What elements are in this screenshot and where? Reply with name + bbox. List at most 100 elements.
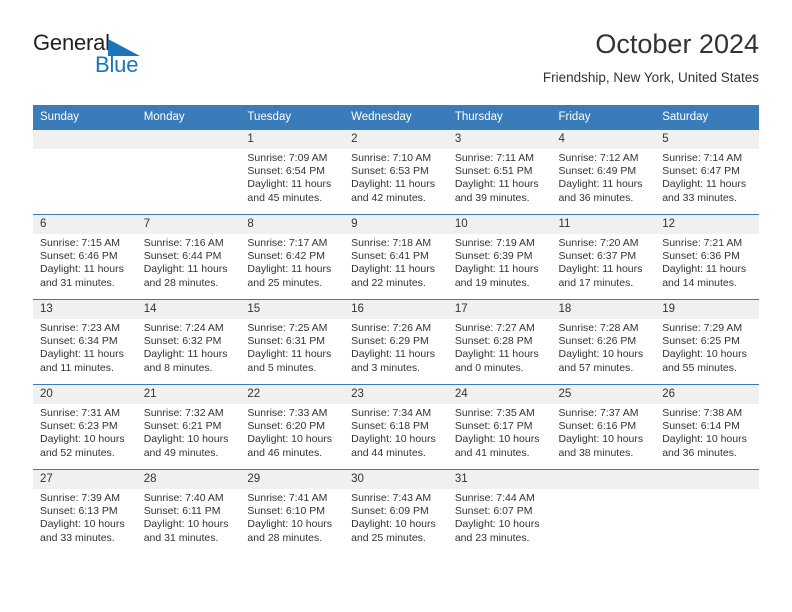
sunset-text: Sunset: 6:29 PM [351, 335, 429, 348]
sunrise-text: Sunrise: 7:23 AM [40, 322, 120, 334]
day-number: 2 [344, 130, 448, 149]
sunrise-text: Sunrise: 7:18 AM [351, 237, 432, 249]
sunset-text: Sunset: 6:20 PM [247, 420, 326, 433]
sunset-text: Sunset: 6:25 PM [662, 335, 740, 348]
daylight-text: Daylight: 10 hours and 55 minutes. [662, 348, 747, 374]
calendar-cell-day[interactable]: 14 Sunrise: 7:24 AM Sunset: 6:32 PM Dayligh… [136, 299, 241, 385]
daylight-text: Daylight: 11 hours and 28 minutes. [143, 263, 228, 289]
sunset-text: Sunset: 6:17 PM [454, 420, 533, 433]
sunset-text: Sunset: 6:10 PM [247, 505, 326, 518]
page-title: October 2024 [595, 29, 759, 59]
calendar-cell-day[interactable]: 19 Sunrise: 7:29 AM Sunset: 6:25 PM Dayligh… [655, 299, 759, 385]
calendar-cell-day[interactable]: 21 Sunrise: 7:32 AM Sunset: 6:21 PM Dayligh… [136, 384, 241, 470]
general-blue-logo[interactable]: General Blue [33, 30, 213, 86]
sunrise-text: Sunrise: 7:34 AM [351, 407, 432, 419]
sunrise-text: Sunrise: 7:12 AM [558, 152, 639, 164]
calendar-cell-day[interactable]: 4 Sunrise: 7:12 AM Sunset: 6:49 PM Daylight… [551, 129, 656, 215]
calendar-cell-day[interactable]: 24 Sunrise: 7:35 AM Sunset: 6:17 PM Dayligh… [447, 384, 552, 470]
sunrise-text: Sunrise: 7:33 AM [247, 407, 328, 419]
calendar-cell-day[interactable]: 13 Sunrise: 7:23 AM Sunset: 6:34 PM Dayligh… [33, 299, 137, 385]
calendar-cell-day[interactable]: 9 Sunrise: 7:18 AM Sunset: 6:41 PM Daylight… [344, 214, 448, 300]
day-number: 31 [447, 470, 552, 489]
calendar-cell-day[interactable]: 15 Sunrise: 7:25 AM Sunset: 6:31 PM Dayligh… [240, 299, 345, 385]
sunset-text: Sunset: 6:44 PM [143, 250, 222, 263]
sunrise-text: Sunrise: 7:40 AM [143, 492, 224, 504]
calendar-cell-empty [33, 129, 137, 215]
day-number: 3 [447, 130, 552, 149]
calendar-cell-day[interactable]: 3 Sunrise: 7:11 AM Sunset: 6:51 PM Daylight… [447, 129, 552, 215]
calendar-cell-day[interactable]: 31 Sunrise: 7:44 AM Sunset: 6:07 PM Dayligh… [447, 469, 552, 554]
day-details: Sunrise: 7:24 AM Sunset: 6:32 PM Daylight:… [137, 319, 241, 375]
daylight-text: Daylight: 11 hours and 33 minutes. [662, 178, 747, 204]
sunrise-text: Sunrise: 7:16 AM [143, 237, 224, 249]
day-details: Sunrise: 7:16 AM Sunset: 6:44 PM Daylight:… [137, 234, 241, 290]
calendar-cell-day[interactable]: 11 Sunrise: 7:20 AM Sunset: 6:37 PM Dayligh… [551, 214, 656, 300]
daylight-text: Daylight: 11 hours and 0 minutes. [454, 348, 539, 374]
day-number: 26 [655, 385, 759, 404]
calendar-cell-day[interactable]: 7 Sunrise: 7:16 AM Sunset: 6:44 PM Daylight… [136, 214, 241, 300]
calendar-cell-day[interactable]: 26 Sunrise: 7:38 AM Sunset: 6:14 PM Dayligh… [655, 384, 759, 470]
sunset-text: Sunset: 6:21 PM [143, 420, 222, 433]
sunset-text: Sunset: 6:47 PM [662, 165, 740, 178]
calendar-cell-day[interactable]: 2 Sunrise: 7:10 AM Sunset: 6:53 PM Daylight… [344, 129, 448, 215]
sunset-text: Sunset: 6:32 PM [143, 335, 222, 348]
weekday-header-wednesday: Wednesday [344, 105, 448, 130]
day-number: 11 [551, 215, 656, 234]
calendar-cell-day[interactable]: 28 Sunrise: 7:40 AM Sunset: 6:11 PM Dayligh… [136, 469, 241, 554]
day-number: 30 [344, 470, 448, 489]
sunrise-text: Sunrise: 7:14 AM [662, 152, 743, 164]
sunrise-text: Sunrise: 7:11 AM [454, 152, 534, 164]
calendar-cell-day[interactable]: 20 Sunrise: 7:31 AM Sunset: 6:23 PM Dayligh… [33, 384, 137, 470]
calendar-week-row: 1 Sunrise: 7:09 AM Sunset: 6:54 PM Daylight… [33, 129, 759, 215]
sunset-text: Sunset: 6:28 PM [454, 335, 533, 348]
sunset-text: Sunset: 6:31 PM [247, 335, 326, 348]
calendar-cell-day[interactable]: 10 Sunrise: 7:19 AM Sunset: 6:39 PM Dayligh… [447, 214, 552, 300]
sunrise-text: Sunrise: 7:15 AM [40, 237, 120, 249]
daylight-text: Daylight: 10 hours and 44 minutes. [351, 433, 436, 459]
daylight-text: Daylight: 11 hours and 14 minutes. [662, 263, 747, 289]
day-details: Sunrise: 7:09 AM Sunset: 6:54 PM Daylight:… [240, 149, 344, 205]
calendar-cell-day[interactable]: 6 Sunrise: 7:15 AM Sunset: 6:46 PM Daylight… [33, 214, 137, 300]
sunset-text: Sunset: 6:39 PM [454, 250, 533, 263]
calendar-cell-day[interactable]: 8 Sunrise: 7:17 AM Sunset: 6:42 PM Daylight… [240, 214, 345, 300]
sunrise-text: Sunrise: 7:37 AM [558, 407, 639, 419]
daylight-text: Daylight: 11 hours and 25 minutes. [247, 263, 332, 289]
calendar-cell-day[interactable]: 29 Sunrise: 7:41 AM Sunset: 6:10 PM Dayligh… [240, 469, 345, 554]
daylight-text: Daylight: 10 hours and 38 minutes. [558, 433, 644, 459]
day-number: 24 [447, 385, 552, 404]
calendar-cell-day[interactable]: 17 Sunrise: 7:27 AM Sunset: 6:28 PM Dayligh… [447, 299, 552, 385]
day-details: Sunrise: 7:26 AM Sunset: 6:29 PM Daylight:… [344, 319, 448, 375]
calendar-cell-empty [136, 129, 241, 215]
logo-text-blue: Blue [95, 52, 139, 77]
day-number: 17 [447, 300, 552, 319]
day-details: Sunrise: 7:38 AM Sunset: 6:14 PM Daylight:… [655, 404, 759, 460]
day-details: Sunrise: 7:18 AM Sunset: 6:41 PM Daylight:… [344, 234, 448, 290]
calendar-cell-day[interactable]: 23 Sunrise: 7:34 AM Sunset: 6:18 PM Dayligh… [344, 384, 448, 470]
page-subtitle: Friendship, New York, United States [542, 70, 759, 85]
sunset-text: Sunset: 6:13 PM [40, 505, 118, 518]
calendar-cell-day[interactable]: 18 Sunrise: 7:28 AM Sunset: 6:26 PM Dayligh… [551, 299, 656, 385]
calendar-cell-day[interactable]: 1 Sunrise: 7:09 AM Sunset: 6:54 PM Daylight… [240, 129, 345, 215]
day-number: 18 [551, 300, 656, 319]
calendar-cell-day[interactable]: 22 Sunrise: 7:33 AM Sunset: 6:20 PM Dayligh… [240, 384, 345, 470]
weekday-header-friday: Friday [551, 105, 656, 130]
sunset-text: Sunset: 6:11 PM [143, 505, 221, 518]
day-number: 15 [240, 300, 345, 319]
sunrise-text: Sunrise: 7:20 AM [558, 237, 639, 249]
daylight-text: Daylight: 11 hours and 42 minutes. [351, 178, 435, 204]
daylight-text: Daylight: 10 hours and 46 minutes. [247, 433, 333, 459]
day-number [136, 130, 241, 149]
day-details: Sunrise: 7:41 AM Sunset: 6:10 PM Daylight:… [240, 489, 344, 545]
calendar-cell-day[interactable]: 5 Sunrise: 7:14 AM Sunset: 6:47 PM Daylight… [655, 129, 759, 215]
weekday-header-tuesday: Tuesday [240, 105, 345, 130]
sunset-text: Sunset: 6:14 PM [662, 420, 740, 433]
day-number: 29 [240, 470, 345, 489]
sunset-text: Sunset: 6:51 PM [454, 165, 533, 178]
calendar-cell-day[interactable]: 27 Sunrise: 7:39 AM Sunset: 6:13 PM Dayligh… [33, 469, 137, 554]
day-number: 19 [655, 300, 759, 319]
calendar-cell-day[interactable]: 16 Sunrise: 7:26 AM Sunset: 6:29 PM Dayligh… [344, 299, 448, 385]
daylight-text: Daylight: 10 hours and 52 minutes. [40, 433, 125, 459]
calendar-cell-day[interactable]: 12 Sunrise: 7:21 AM Sunset: 6:36 PM Dayligh… [655, 214, 759, 300]
calendar-cell-day[interactable]: 30 Sunrise: 7:43 AM Sunset: 6:09 PM Dayligh… [344, 469, 448, 554]
calendar-cell-day[interactable]: 25 Sunrise: 7:37 AM Sunset: 6:16 PM Dayligh… [551, 384, 656, 470]
